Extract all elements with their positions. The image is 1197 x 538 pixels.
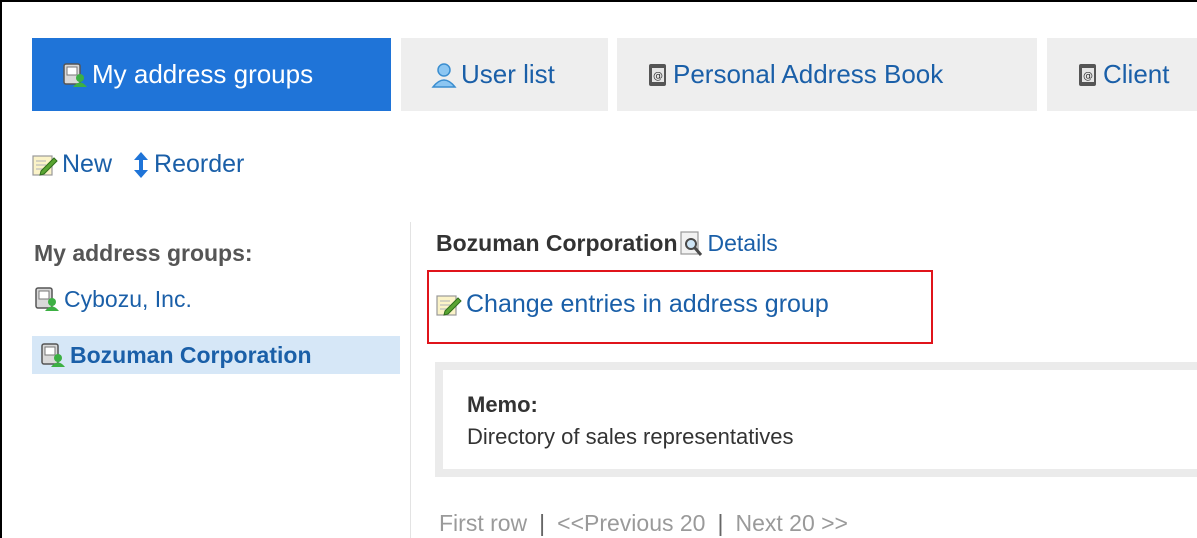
pagination: First row | <<Previous 20 | Next 20 >> bbox=[439, 510, 848, 537]
edit-note-icon bbox=[32, 153, 58, 177]
sidebar-item-label: Bozuman Corporation bbox=[70, 341, 312, 368]
reorder-label: Reorder bbox=[154, 150, 245, 178]
address-group-icon bbox=[34, 286, 60, 312]
up-down-arrow-icon bbox=[132, 151, 150, 179]
details-link[interactable]: Details bbox=[679, 230, 778, 257]
window-border-left bbox=[0, 0, 2, 538]
memo-content: Memo: Directory of sales representatives bbox=[443, 370, 1197, 469]
memo-text: Directory of sales representatives bbox=[467, 424, 794, 449]
tab-my-address-groups[interactable]: My address groups bbox=[32, 38, 391, 111]
sidebar-title: My address groups: bbox=[34, 240, 253, 266]
details-magnifier-icon bbox=[679, 230, 704, 257]
sidebar-item-label: Cybozu, Inc. bbox=[64, 285, 192, 312]
sidebar-item-cybozu[interactable]: Cybozu, Inc. bbox=[34, 282, 192, 316]
address-group-icon bbox=[62, 62, 88, 88]
tab-label: Client bbox=[1103, 59, 1170, 89]
edit-note-icon bbox=[436, 293, 462, 317]
svg-text:@: @ bbox=[653, 71, 663, 82]
first-row-link: First row bbox=[439, 510, 528, 536]
tab-label: Personal Address Book bbox=[673, 59, 944, 89]
new-button[interactable]: New bbox=[32, 150, 112, 179]
group-name: Bozuman Corporation bbox=[436, 230, 678, 256]
pager-separator: | bbox=[717, 510, 724, 536]
address-book-icon: @ bbox=[1077, 62, 1099, 88]
address-group-icon bbox=[40, 342, 66, 368]
reorder-button[interactable]: Reorder bbox=[132, 150, 244, 179]
new-label: New bbox=[62, 150, 113, 178]
tab-label: User list bbox=[461, 59, 555, 89]
tab-user-list[interactable]: User list bbox=[401, 38, 608, 111]
window-border-top bbox=[0, 0, 1197, 2]
memo-label: Memo: bbox=[467, 392, 538, 417]
tab-personal-address-book[interactable]: @ Personal Address Book bbox=[617, 38, 1037, 111]
previous-page-link: <<Previous 20 bbox=[557, 510, 706, 536]
svg-text:@: @ bbox=[1083, 71, 1093, 82]
change-entries-label: Change entries in address group bbox=[466, 290, 829, 318]
memo-panel: Memo: Directory of sales representatives bbox=[435, 362, 1197, 477]
column-divider bbox=[410, 222, 411, 538]
tab-label: My address groups bbox=[92, 59, 314, 89]
group-header: Bozuman Corporation Details bbox=[436, 230, 778, 257]
details-label: Details bbox=[707, 230, 778, 256]
toolbar: New Reorder bbox=[32, 150, 244, 179]
next-page-link: Next 20 >> bbox=[735, 510, 848, 536]
tab-client[interactable]: @ Client bbox=[1047, 38, 1197, 111]
user-icon bbox=[431, 62, 457, 88]
change-entries-link[interactable]: Change entries in address group bbox=[436, 290, 829, 319]
pager-separator: | bbox=[539, 510, 546, 536]
sidebar-item-bozuman[interactable]: Bozuman Corporation bbox=[32, 336, 400, 374]
address-book-icon: @ bbox=[647, 62, 669, 88]
